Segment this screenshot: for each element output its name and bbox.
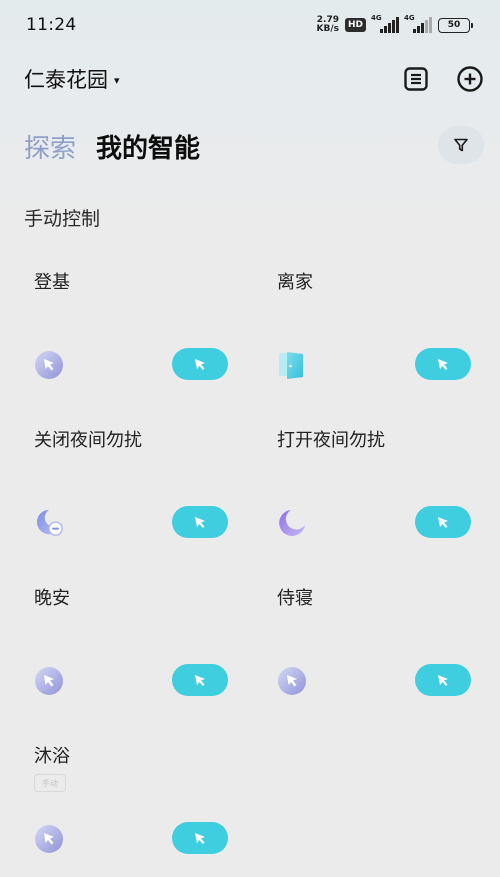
scene-name: 离家	[277, 272, 313, 293]
scene-name: 侍寝	[277, 588, 313, 609]
section-title: 手动控制	[24, 208, 101, 230]
status-time: 11:24	[26, 15, 77, 35]
scene-name: 打开夜间勿扰	[277, 430, 385, 451]
home-selector[interactable]: 仁泰花园 ▾	[24, 64, 120, 94]
network-speed-unit: KB/s	[316, 24, 339, 34]
battery-icon: 50	[438, 17, 473, 33]
tab-bar: 探索 我的智能	[24, 128, 200, 165]
scene-name: 晚安	[34, 588, 70, 609]
scene-card[interactable]: 离家	[277, 268, 477, 398]
scene-name: 关闭夜间勿扰	[34, 430, 142, 451]
tab-my-smart[interactable]: 我的智能	[96, 128, 200, 165]
status-indicators: 2.79 KB/s HD 4G 4G 50	[317, 14, 473, 35]
cursor-icon	[195, 675, 205, 686]
filter-icon	[454, 138, 468, 152]
moon-off-icon	[36, 509, 63, 536]
run-scene-button[interactable]	[415, 506, 471, 538]
cursor-icon	[195, 833, 205, 844]
scene-card[interactable]: 登基	[34, 268, 234, 398]
manual-tag: 手动	[34, 774, 66, 792]
scene-name: 登基	[34, 272, 70, 293]
cursor-icon	[438, 517, 448, 528]
run-scene-button[interactable]	[172, 348, 228, 380]
run-scene-button[interactable]	[172, 506, 228, 538]
scene-card[interactable]: 晚安	[34, 584, 234, 714]
hd-badge: HD	[344, 18, 366, 32]
filter-button[interactable]	[438, 126, 484, 164]
scene-card[interactable]: 关闭夜间勿扰	[34, 426, 234, 556]
cursor-circle-icon	[35, 667, 63, 695]
scene-card[interactable]: 打开夜间勿扰	[277, 426, 477, 556]
run-scene-button[interactable]	[415, 664, 471, 696]
cursor-icon	[438, 675, 448, 686]
home-name: 仁泰花园	[24, 68, 108, 92]
cursor-circle-icon	[278, 667, 306, 695]
network-speed: 2.79 KB/s	[317, 16, 339, 34]
door-icon	[279, 352, 303, 379]
add-button[interactable]	[455, 64, 485, 94]
run-scene-button[interactable]	[172, 822, 228, 854]
cursor-icon	[195, 517, 205, 528]
signal-label: 4G	[371, 14, 382, 22]
add-circle-icon	[457, 66, 483, 92]
cursor-icon	[438, 359, 448, 370]
run-scene-button[interactable]	[415, 348, 471, 380]
battery-level: 50	[447, 20, 461, 30]
signal-label-2: 4G	[404, 14, 415, 22]
moon-icon	[279, 510, 305, 536]
run-scene-button[interactable]	[172, 664, 228, 696]
signal-icon: 4G	[371, 14, 399, 33]
list-icon	[404, 67, 428, 91]
tab-explore[interactable]: 探索	[24, 128, 76, 165]
signal-icon-2: 4G	[404, 14, 432, 33]
cursor-circle-icon	[35, 351, 63, 379]
caret-down-icon: ▾	[114, 73, 120, 87]
scene-card[interactable]: 沐浴 手动	[34, 742, 234, 872]
list-button[interactable]	[401, 64, 431, 94]
cursor-icon	[195, 359, 205, 370]
scene-name: 沐浴	[34, 746, 70, 767]
cursor-circle-icon	[35, 825, 63, 853]
scene-card[interactable]: 侍寝	[277, 584, 477, 714]
status-bar: 11:24 2.79 KB/s HD 4G 4G 50	[0, 0, 500, 50]
